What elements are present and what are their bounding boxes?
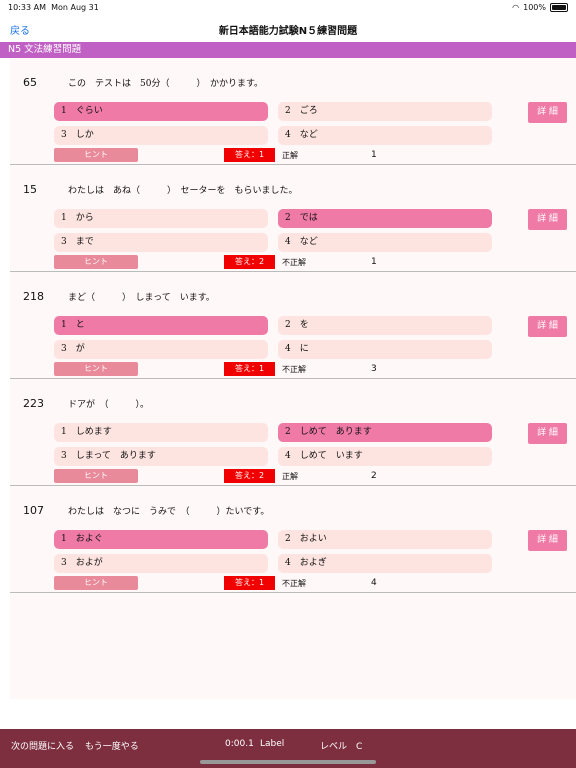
hint-button[interactable]: ヒント: [54, 255, 138, 269]
battery-percent: 100%: [523, 3, 546, 12]
status-label: Label: [260, 739, 285, 749]
navigation-bar: 戻る 新日本語能力試験N５練習問題: [0, 14, 576, 42]
answer-option-2[interactable]: 2 しめて あります: [278, 423, 492, 442]
answer-option-1[interactable]: 1 と: [54, 316, 268, 335]
answer-option-1[interactable]: 1 しめます: [54, 423, 268, 442]
question-item: 107 わたしは なつに うみで （ ）たいです。 1 およぐ 2 およい 3 およが 4…: [10, 486, 576, 593]
result-label: 正解: [282, 472, 298, 481]
question-item: 65 この テストは 50分（ ） かかります。 1 ぐらい 2 ごろ 3 しか 4 など…: [10, 58, 576, 165]
hint-button[interactable]: ヒント: [54, 148, 138, 162]
hint-button[interactable]: ヒント: [54, 469, 138, 483]
answer-option-2[interactable]: 2 を: [278, 316, 492, 335]
answer-option-4[interactable]: 4 に: [278, 340, 492, 359]
retry-button[interactable]: もう一度やる: [85, 739, 139, 752]
status-right: ◠ 100%: [512, 3, 568, 12]
timer-label: 0:00.1: [225, 739, 254, 749]
answer-option-1[interactable]: 1 ぐらい: [54, 102, 268, 121]
status-time-text: 10:33 AM: [8, 3, 46, 12]
status-time: 10:33 AM Mon Aug 31: [8, 3, 99, 12]
question-item: 15 わたしは あね（ ） セーターを もらいました。 1 から 2 では 3 まで 4 …: [10, 165, 576, 272]
detail-button[interactable]: 詳 細: [528, 316, 567, 337]
answer-option-3[interactable]: 3 しか: [54, 126, 268, 145]
question-number: 65: [23, 76, 37, 89]
answer-label: 答え：2: [224, 255, 275, 269]
question-number: 107: [23, 504, 44, 517]
answer-label: 答え：1: [224, 576, 275, 590]
hint-button[interactable]: ヒント: [54, 362, 138, 376]
question-item: 218 まど（ ） しまって います。 1 と 2 を 3 が 4 にヒント 答え：1 不正解…: [10, 272, 576, 379]
attempt-count: 3: [371, 364, 377, 374]
answer-option-1[interactable]: 1 およぐ: [54, 530, 268, 549]
result-label: 不正解: [282, 579, 306, 588]
detail-button[interactable]: 詳 細: [528, 102, 567, 123]
attempt-count: 1: [371, 150, 377, 160]
attempt-count: 4: [371, 578, 377, 588]
answer-option-4[interactable]: 4 など: [278, 126, 492, 145]
next-question-button[interactable]: 次の問題に入る: [11, 739, 74, 752]
answer-option-3[interactable]: 3 まで: [54, 233, 268, 252]
home-indicator[interactable]: [200, 760, 376, 764]
answer-option-3[interactable]: 3 しまって あります: [54, 447, 268, 466]
answer-option-1[interactable]: 1 から: [54, 209, 268, 228]
question-text: わたしは なつに うみで （ ）たいです。: [68, 507, 270, 517]
question-number: 15: [23, 183, 37, 196]
wifi-icon: ◠: [512, 3, 520, 12]
page-title: 新日本語能力試験N５練習問題: [218, 26, 358, 37]
question-number: 218: [23, 290, 44, 303]
answer-option-4[interactable]: 4 など: [278, 233, 492, 252]
detail-button[interactable]: 詳 細: [528, 530, 567, 551]
attempt-count: 2: [371, 471, 377, 481]
answer-option-2[interactable]: 2 ごろ: [278, 102, 492, 121]
result-label: 正解: [282, 151, 298, 160]
result-label: 不正解: [282, 365, 306, 374]
level-label: レベル C: [320, 742, 363, 752]
answer-option-3[interactable]: 3 が: [54, 340, 268, 359]
question-text: まど（ ） しまって います。: [68, 293, 215, 303]
question-item: 223 ドアが （ ）。 1 しめます 2 しめて あります 3 しまって あります 4 …: [10, 379, 576, 486]
answer-label: 答え：1: [224, 362, 275, 376]
question-text: この テストは 50分（ ） かかります。: [68, 79, 264, 89]
answer-label: 答え：2: [224, 469, 275, 483]
battery-icon: [550, 3, 568, 12]
hint-button[interactable]: ヒント: [54, 576, 138, 590]
detail-button[interactable]: 詳 細: [528, 423, 567, 444]
answer-option-4[interactable]: 4 およぎ: [278, 554, 492, 573]
question-list[interactable]: 65 この テストは 50分（ ） かかります。 1 ぐらい 2 ごろ 3 しか 4 など…: [10, 58, 576, 699]
answer-option-4[interactable]: 4 しめて います: [278, 447, 492, 466]
status-bar: 10:33 AM Mon Aug 31 ◠ 100%: [0, 0, 576, 14]
section-header: N5 文法練習問題: [0, 42, 576, 58]
result-label: 不正解: [282, 258, 306, 267]
attempt-count: 1: [371, 257, 377, 267]
question-text: ドアが （ ）。: [68, 400, 150, 410]
answer-label: 答え：1: [224, 148, 275, 162]
answer-option-2[interactable]: 2 およい: [278, 530, 492, 549]
question-text: わたしは あね（ ） セーターを もらいました。: [68, 186, 298, 196]
answer-option-3[interactable]: 3 およが: [54, 554, 268, 573]
answer-option-2[interactable]: 2 では: [278, 209, 492, 228]
question-number: 223: [23, 397, 44, 410]
status-date: Mon Aug 31: [51, 3, 99, 12]
detail-button[interactable]: 詳 細: [528, 209, 567, 230]
